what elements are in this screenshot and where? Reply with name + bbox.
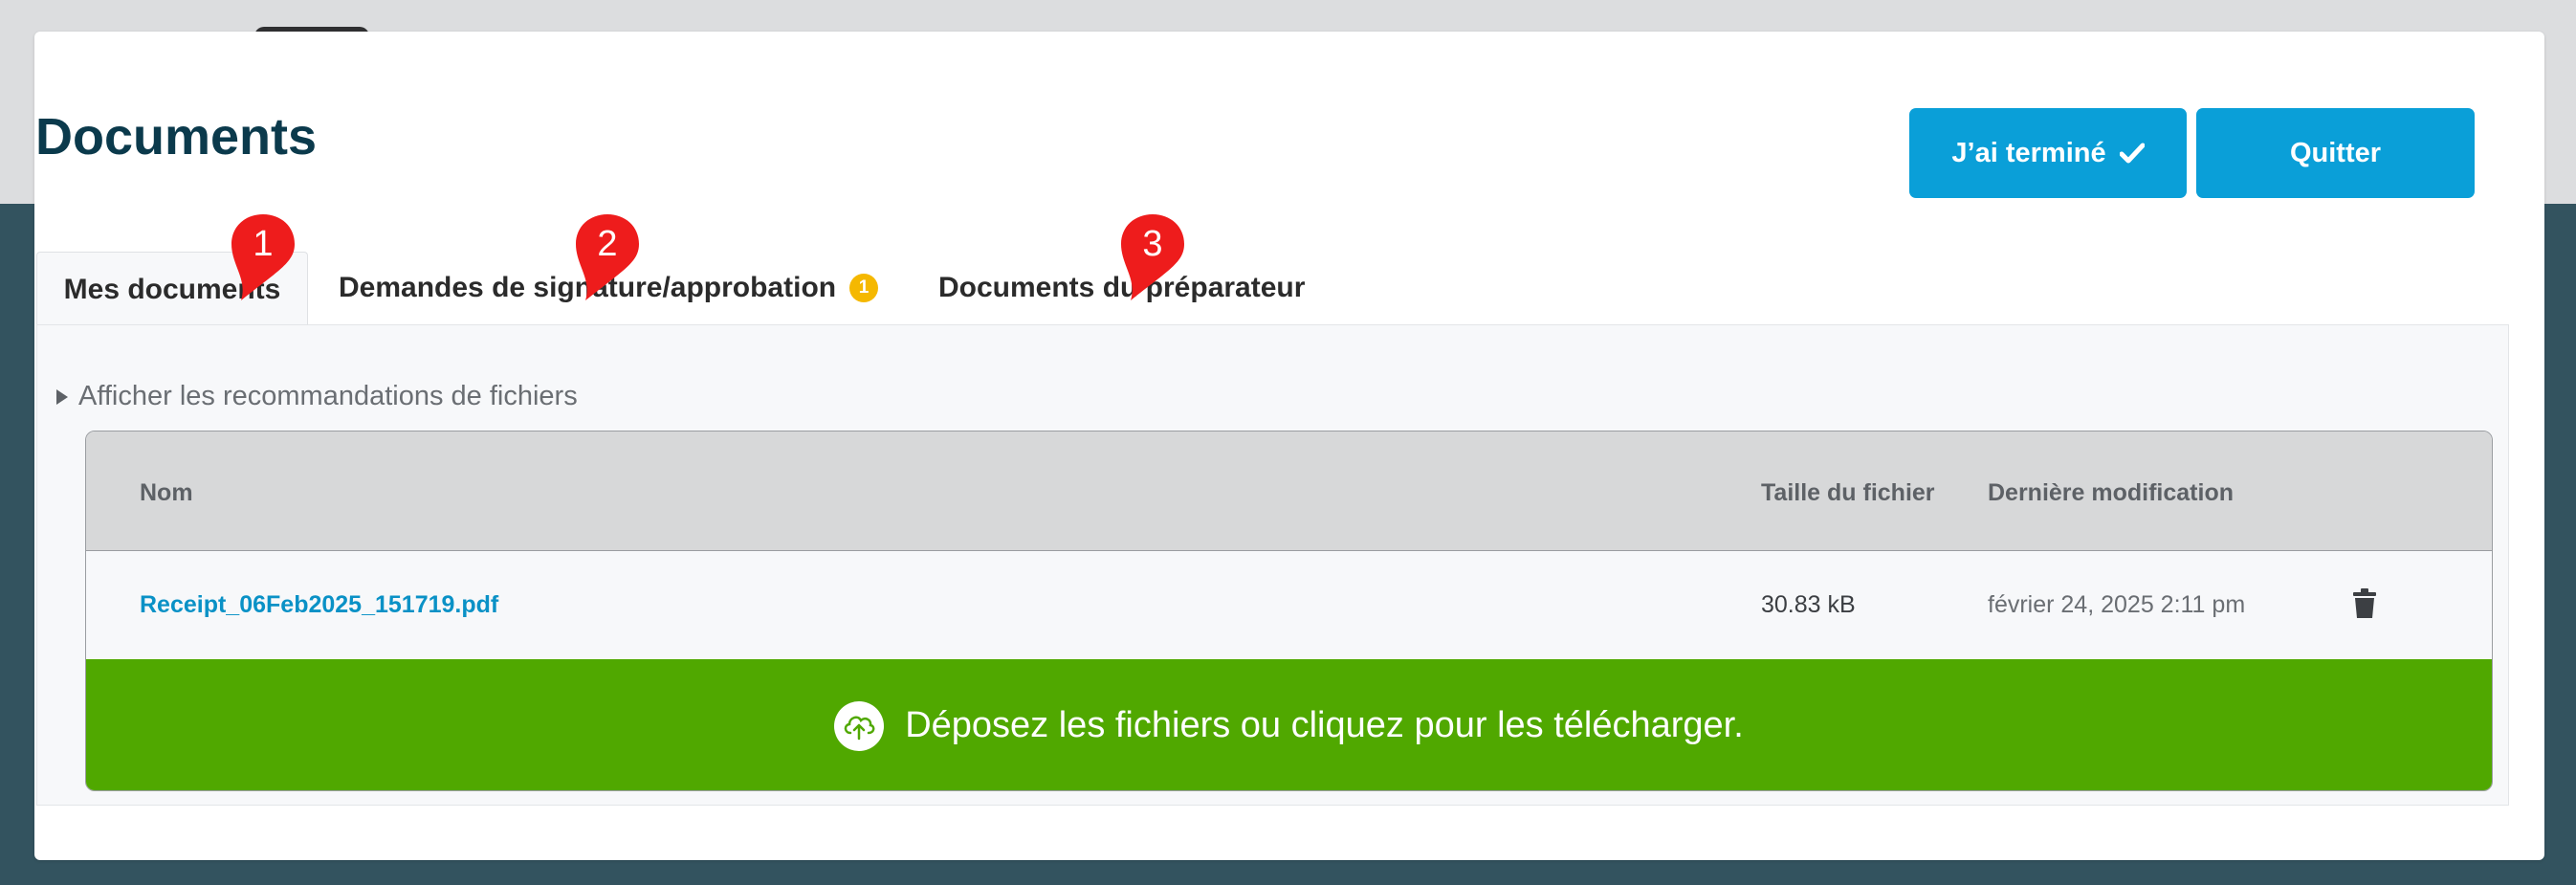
marker-number: 2 [597, 224, 618, 264]
done-button-label: J’ai terminé [1951, 137, 2106, 168]
column-header-name[interactable]: Nom [140, 479, 193, 507]
table-row: Receipt_06Feb2025_151719.pdf 30.83 kB fé… [86, 551, 2492, 659]
table-header: Nom Taille du fichier Dernière modificat… [86, 431, 2492, 551]
triangle-right-icon [56, 388, 68, 405]
map-pin-icon: 1 [230, 212, 297, 304]
marker-number: 3 [1142, 224, 1163, 264]
dropzone-label: Déposez les fichiers ou cliquez pour les… [905, 705, 1744, 745]
quit-button[interactable]: Quitter [2196, 108, 2475, 198]
file-upload-dropzone[interactable]: Déposez les fichiers ou cliquez pour les… [86, 659, 2492, 790]
map-pin-icon: 3 [1119, 212, 1186, 304]
page-title: Documents [35, 108, 318, 166]
file-size: 30.83 kB [1761, 591, 1856, 618]
file-name-link[interactable]: Receipt_06Feb2025_151719.pdf [140, 591, 498, 619]
trash-icon[interactable] [2352, 588, 2377, 619]
column-header-size[interactable]: Taille du fichier [1761, 479, 1935, 507]
documents-table: Nom Taille du fichier Dernière modificat… [85, 431, 2493, 791]
column-header-modified[interactable]: Dernière modification [1988, 479, 2234, 507]
check-icon [2119, 143, 2145, 164]
pending-count-badge: 1 [849, 274, 879, 302]
map-pin-icon: 2 [574, 212, 641, 304]
file-recommendations-toggle[interactable]: Afficher les recommandations de fichiers [55, 381, 578, 412]
cloud-upload-glyph [844, 716, 875, 740]
file-modified-date: février 24, 2025 2:11 pm [1988, 591, 2246, 618]
file-recommendations-label: Afficher les recommandations de fichiers [78, 381, 578, 411]
cloud-upload-icon [834, 700, 885, 751]
done-button[interactable]: J’ai terminé [1909, 108, 2187, 198]
marker-number: 1 [253, 224, 274, 264]
